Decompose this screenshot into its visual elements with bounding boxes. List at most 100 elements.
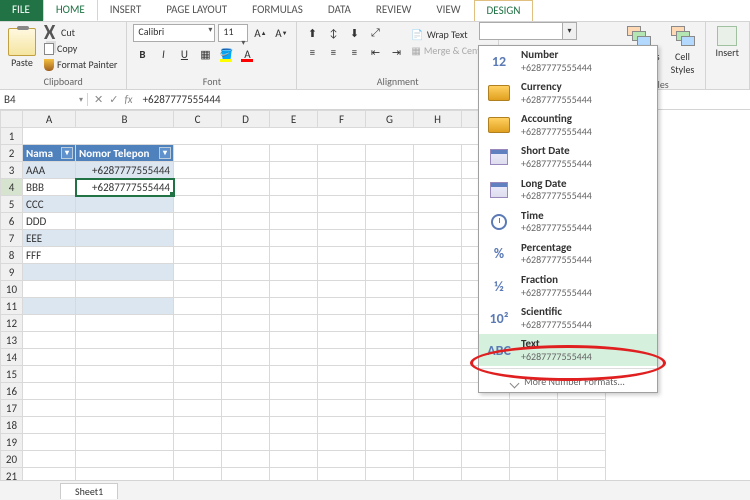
cell[interactable] — [76, 349, 174, 366]
row-header[interactable]: 13 — [1, 332, 23, 349]
cell[interactable] — [318, 196, 366, 213]
cell[interactable] — [318, 179, 366, 196]
number-format-input[interactable] — [479, 22, 563, 40]
cell[interactable] — [23, 315, 76, 332]
sheet-tab[interactable]: Sheet1 — [60, 483, 118, 499]
cell[interactable] — [414, 298, 462, 315]
cell[interactable] — [222, 196, 270, 213]
number-format-option[interactable]: Time+6287777555444 — [479, 206, 657, 238]
col-header-h[interactable]: H — [414, 111, 462, 128]
col-header-e[interactable]: E — [270, 111, 318, 128]
col-header-b[interactable]: B — [76, 111, 174, 128]
cell[interactable] — [366, 298, 414, 315]
row-header[interactable]: 2 — [1, 145, 23, 162]
cell[interactable] — [270, 179, 318, 196]
more-number-formats-button[interactable]: More Number Formats... — [479, 371, 657, 392]
cell[interactable] — [270, 332, 318, 349]
cell[interactable]: +6287777555444 — [76, 179, 174, 196]
row-header[interactable]: 4 — [1, 179, 23, 196]
cell[interactable] — [318, 162, 366, 179]
col-header-d[interactable]: D — [222, 111, 270, 128]
cell[interactable] — [174, 417, 222, 434]
number-format-option[interactable]: %Percentage+6287777555444 — [479, 238, 657, 270]
cell[interactable] — [270, 315, 318, 332]
cell[interactable]: CCC — [23, 196, 76, 213]
row-header[interactable]: 10 — [1, 281, 23, 298]
row-header[interactable]: 15 — [1, 366, 23, 383]
cell[interactable] — [270, 213, 318, 230]
cell[interactable] — [76, 247, 174, 264]
row-header[interactable]: 5 — [1, 196, 23, 213]
align-bottom-button[interactable]: ⬇ — [345, 24, 363, 42]
cell[interactable] — [270, 264, 318, 281]
cell[interactable] — [366, 434, 414, 451]
cell[interactable] — [366, 366, 414, 383]
paste-button[interactable]: Paste — [6, 26, 38, 71]
number-format-option[interactable]: 12Number+6287777555444 — [479, 45, 657, 77]
tab-page-layout[interactable]: PAGE LAYOUT — [154, 0, 240, 21]
col-header-a[interactable]: A — [23, 111, 76, 128]
align-left-button[interactable]: ≡ — [303, 43, 321, 61]
cell[interactable] — [270, 383, 318, 400]
cell[interactable] — [366, 281, 414, 298]
cell[interactable]: +6287777555444 — [76, 162, 174, 179]
row-header[interactable]: 7 — [1, 230, 23, 247]
cell[interactable]: FFF — [23, 247, 76, 264]
cell[interactable] — [462, 417, 510, 434]
cancel-formula-button[interactable]: ✕ — [94, 93, 103, 106]
row-header[interactable]: 14 — [1, 349, 23, 366]
cell[interactable] — [222, 383, 270, 400]
cell[interactable] — [222, 434, 270, 451]
cell[interactable] — [318, 230, 366, 247]
cell[interactable] — [414, 349, 462, 366]
cell[interactable] — [76, 298, 174, 315]
tab-home[interactable]: HOME — [43, 0, 98, 21]
cell[interactable] — [174, 349, 222, 366]
cell[interactable] — [318, 281, 366, 298]
cell[interactable] — [366, 383, 414, 400]
cell[interactable] — [23, 383, 76, 400]
cell[interactable] — [23, 332, 76, 349]
cell[interactable] — [174, 264, 222, 281]
row-header[interactable]: 6 — [1, 213, 23, 230]
cell[interactable] — [222, 145, 270, 162]
row-header[interactable]: 1 — [1, 128, 23, 145]
col-header-g[interactable]: G — [366, 111, 414, 128]
row-header[interactable]: 3 — [1, 162, 23, 179]
cell[interactable] — [222, 349, 270, 366]
cell[interactable] — [558, 434, 606, 451]
cell[interactable] — [270, 196, 318, 213]
cell[interactable] — [222, 400, 270, 417]
cell[interactable] — [414, 281, 462, 298]
font-color-button[interactable]: A — [238, 45, 256, 63]
col-header-c[interactable]: C — [174, 111, 222, 128]
cell[interactable] — [23, 366, 76, 383]
cell[interactable] — [366, 196, 414, 213]
tab-review[interactable]: REVIEW — [364, 0, 425, 21]
cell[interactable] — [222, 451, 270, 468]
cell[interactable] — [76, 417, 174, 434]
cell[interactable] — [510, 417, 558, 434]
align-top-button[interactable]: ⬆ — [303, 24, 321, 42]
filter-dropdown-icon[interactable]: ▾ — [159, 147, 171, 159]
cell[interactable] — [23, 298, 76, 315]
row-header[interactable]: 19 — [1, 434, 23, 451]
cell[interactable] — [270, 451, 318, 468]
cell-styles-button[interactable]: Cell Styles — [667, 24, 699, 78]
cell[interactable] — [23, 349, 76, 366]
bold-button[interactable]: B — [133, 45, 151, 63]
cell[interactable] — [174, 162, 222, 179]
number-format-option[interactable]: Currency+6287777555444 — [479, 77, 657, 109]
cell[interactable] — [174, 145, 222, 162]
cell[interactable] — [414, 162, 462, 179]
cell[interactable] — [366, 332, 414, 349]
cell[interactable] — [414, 366, 462, 383]
cell[interactable] — [366, 417, 414, 434]
cell[interactable] — [270, 247, 318, 264]
cell[interactable] — [270, 230, 318, 247]
cell[interactable] — [270, 162, 318, 179]
insert-button[interactable]: Insert — [712, 24, 744, 61]
tab-data[interactable]: DATA — [316, 0, 364, 21]
cell[interactable] — [462, 400, 510, 417]
cell[interactable] — [222, 315, 270, 332]
